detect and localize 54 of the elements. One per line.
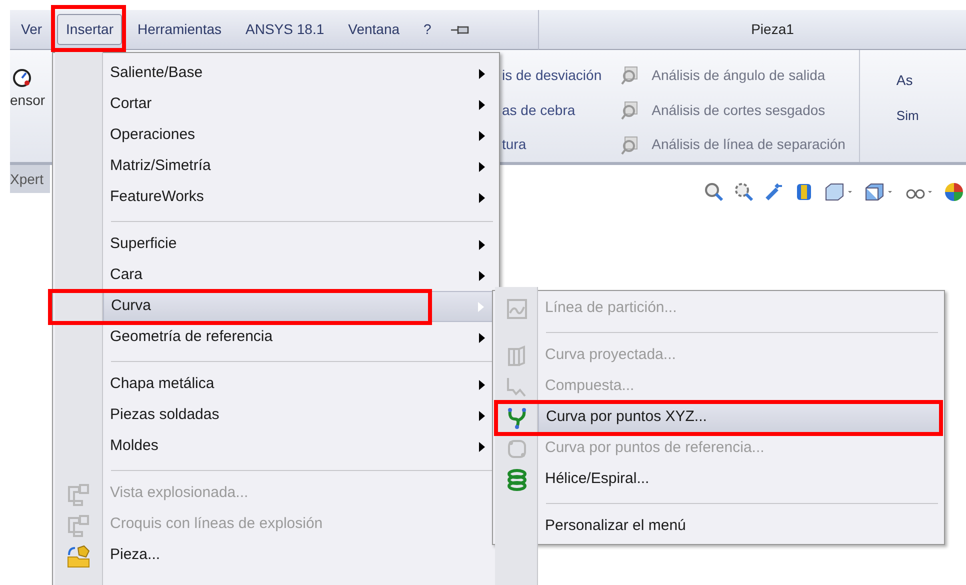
- submenu-arrow-icon: [479, 192, 485, 202]
- submenu-arrow-icon: [479, 332, 485, 342]
- view-orientation-icon: [824, 182, 854, 202]
- menu-bar-item[interactable]: ?: [414, 14, 440, 45]
- menu-item[interactable]: Operaciones: [103, 120, 497, 151]
- telescope-icon: [764, 182, 784, 202]
- submenu-arrow-icon: [478, 302, 484, 312]
- gauge-icon: [12, 68, 32, 88]
- submenu-arrow-icon: [479, 162, 485, 172]
- ribbon-tool[interactable]: is de desviación: [502, 58, 602, 93]
- menu-bar-item[interactable]: Ventana: [339, 14, 409, 45]
- menu-item[interactable]: Chapa metálica: [103, 369, 497, 400]
- window-title: Pieza1: [751, 20, 794, 39]
- ribbon-tool[interactable]: Análisis de cortes sesgados: [620, 92, 846, 128]
- menu-item[interactable]: Moldes: [103, 431, 497, 462]
- menu-bar-item[interactable]: ANSYS 18.1: [236, 14, 334, 45]
- ribbon-tool[interactable]: as de cebra: [502, 92, 602, 128]
- menu-item[interactable]: Pieza...: [103, 540, 497, 571]
- zoom-icon: [734, 182, 754, 202]
- side-tab[interactable]: Xpert: [10, 165, 50, 193]
- folder-part-icon: [66, 542, 92, 568]
- submenu-arrow-icon: [479, 380, 485, 390]
- menu-item[interactable]: Saliente/Base: [103, 58, 497, 89]
- submenu-arrow-icon: [479, 270, 485, 280]
- menu-item[interactable]: Piezas soldadas: [103, 400, 497, 431]
- submenu-arrow-icon: [479, 410, 485, 420]
- submenu-arrow-icon: [479, 442, 485, 452]
- ribbon-tool[interactable]: As: [896, 70, 919, 106]
- zoom-icon: [704, 182, 724, 202]
- menu-item[interactable]: Personalizar el menú: [538, 511, 942, 542]
- menu-item[interactable]: Matriz/Simetría: [103, 151, 497, 182]
- menu-item[interactable]: FeatureWorks: [103, 182, 497, 213]
- menu-bar-item[interactable]: Insertar: [57, 14, 122, 45]
- menu-item[interactable]: Cara: [103, 260, 497, 291]
- sensor-button[interactable]: ensor: [10, 50, 50, 162]
- menu-item[interactable]: Cortar: [103, 89, 497, 120]
- submenu-arrow-icon: [479, 68, 485, 78]
- menu-item[interactable]: Superficie: [103, 229, 497, 260]
- helix-icon: [504, 468, 528, 492]
- ribbon-tool[interactable]: Análisis de línea de separación: [620, 127, 846, 162]
- menu-item[interactable]: Hélice/Espiral...: [538, 464, 942, 495]
- menu-item[interactable]: Curva por puntos XYZ...: [538, 402, 942, 433]
- section-view-icon: [794, 182, 814, 202]
- menu-bar-item[interactable]: Herramientas: [128, 14, 231, 45]
- ribbon-tool[interactable]: Análisis de ángulo de salida: [620, 58, 846, 93]
- appearance-icon: [944, 181, 964, 203]
- submenu-arrow-icon: [479, 130, 485, 140]
- menu-bar-item[interactable]: Ver: [12, 14, 52, 45]
- ribbon-tool[interactable]: Sim: [896, 106, 919, 136]
- display-style-icon: [864, 182, 894, 202]
- submenu-arrow-icon: [479, 100, 485, 110]
- ribbon-tool[interactable]: tura: [502, 127, 602, 162]
- menu-item[interactable]: Geometría de referencia: [103, 322, 497, 353]
- submenu-arrow-icon: [479, 240, 485, 250]
